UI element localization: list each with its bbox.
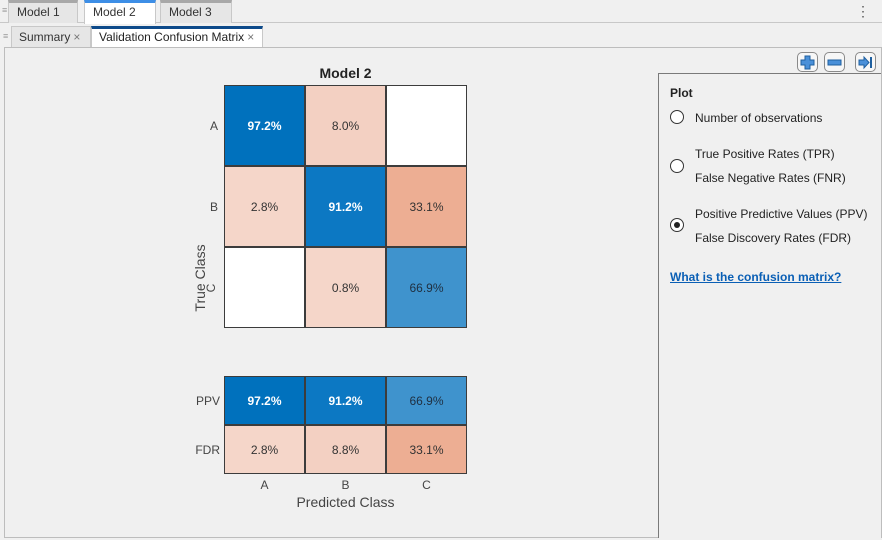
panel-heading: Plot xyxy=(670,86,693,100)
column-label: A xyxy=(260,478,269,492)
tab-label: Model 1 xyxy=(17,5,60,19)
radio-label: Positive Predictive Values (PPV) xyxy=(695,207,868,221)
tab-grip-icon[interactable]: ≡ xyxy=(2,6,7,15)
minus-icon xyxy=(827,59,842,65)
tab-label: Model 2 xyxy=(93,5,136,19)
row-label: B xyxy=(209,199,218,214)
plot-options-panel: Plot Number of observations True Positiv… xyxy=(658,73,881,538)
tab-label: Model 3 xyxy=(169,5,212,19)
tab-model-2[interactable]: Model 2 xyxy=(84,0,156,24)
matrix-cell: 66.9% xyxy=(386,247,467,328)
summary-row-label: FDR xyxy=(195,442,220,457)
matrix-cell: 0.8% xyxy=(305,247,386,328)
zoom-in-button[interactable] xyxy=(797,52,818,72)
matrix-cell: 91.2% xyxy=(305,166,386,247)
close-icon[interactable]: × xyxy=(247,30,254,44)
summary-cell: 97.2% xyxy=(224,376,305,425)
summary-row-label: PPV xyxy=(195,393,220,408)
zoom-out-button[interactable] xyxy=(824,52,845,72)
help-link[interactable]: What is the confusion matrix? xyxy=(670,270,841,284)
x-axis-title: Predicted Class xyxy=(296,494,395,510)
column-label: B xyxy=(341,478,350,492)
plus-icon xyxy=(800,55,815,69)
more-options-icon[interactable]: ⋮ xyxy=(856,3,870,19)
tab-model-3[interactable]: Model 3 xyxy=(160,0,232,23)
tab-grip-icon[interactable]: ≡ xyxy=(3,32,8,41)
radio-label: Number of observations xyxy=(695,111,823,125)
document-tab-bar: ≡ Model 1 Model 2 Model 3 ⋮ xyxy=(0,0,882,24)
matrix-cell: 33.1% xyxy=(386,166,467,247)
tab-label: Summary xyxy=(19,30,71,44)
summary-cell: 91.2% xyxy=(305,376,386,425)
matrix-cell: 8.0% xyxy=(305,85,386,166)
tab-label: Validation Confusion Matrix xyxy=(99,30,245,44)
matrix-cell xyxy=(386,85,467,166)
summary-cell: 8.8% xyxy=(305,425,386,474)
radio-label: True Positive Rates (TPR) xyxy=(695,147,835,161)
radio-number-of-observations[interactable] xyxy=(670,110,684,124)
summary-cell: 2.8% xyxy=(224,425,305,474)
radio-ppv-fdr[interactable] xyxy=(670,218,684,232)
sub-tab-bar: ≡ Summary × Validation Confusion Matrix × xyxy=(0,24,882,49)
matrix-cell: 97.2% xyxy=(224,85,305,166)
y-axis-title: True Class xyxy=(192,244,208,312)
tab-validation-confusion-matrix[interactable]: Validation Confusion Matrix × xyxy=(91,26,263,49)
summary-cell: 33.1% xyxy=(386,425,467,474)
arrow-to-right-icon xyxy=(858,55,872,69)
summary-cell: 66.9% xyxy=(386,376,467,425)
matrix-cell xyxy=(224,247,305,328)
close-icon[interactable]: × xyxy=(73,30,80,44)
chart-title: Model 2 xyxy=(319,65,372,81)
matrix-cell: 2.8% xyxy=(224,166,305,247)
collapse-panel-button[interactable] xyxy=(855,52,876,72)
tab-model-1[interactable]: Model 1 xyxy=(8,0,78,23)
radio-tpr-fnr[interactable] xyxy=(670,159,684,173)
row-label: A xyxy=(209,118,218,133)
tab-summary[interactable]: Summary × xyxy=(11,26,91,48)
radio-label: False Discovery Rates (FDR) xyxy=(695,231,852,245)
column-label: C xyxy=(422,478,431,492)
radio-label: False Negative Rates (FNR) xyxy=(695,171,846,185)
